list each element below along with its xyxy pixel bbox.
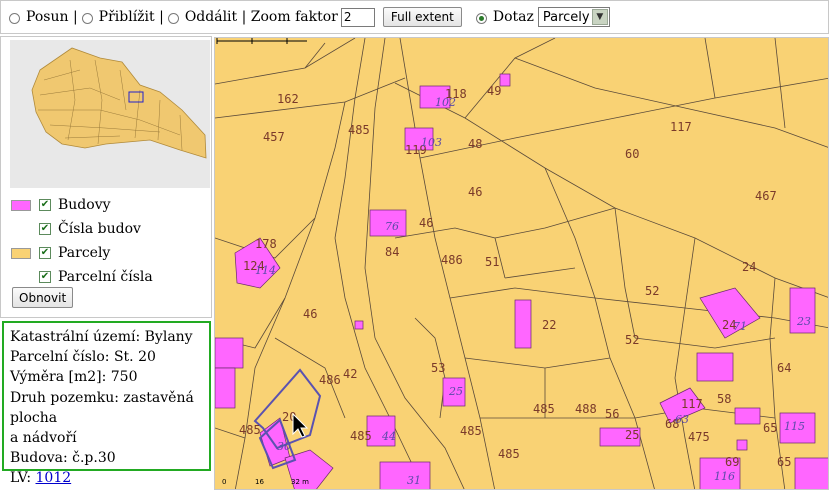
legend-item-building-numbers: ✔ Čísla budov bbox=[39, 217, 153, 241]
legend-item-parcel-numbers: ✔ Parcelní čísla bbox=[39, 265, 153, 289]
map-graphic: 162 457 485 118 49 48 119 117 60 46 467 … bbox=[215, 38, 828, 489]
svg-text:84: 84 bbox=[385, 245, 399, 259]
legend-label: Parcely bbox=[58, 245, 111, 261]
svg-text:60: 60 bbox=[625, 147, 639, 161]
svg-text:485: 485 bbox=[350, 429, 372, 443]
svg-text:115: 115 bbox=[784, 420, 805, 433]
refresh-button[interactable]: Obnovit bbox=[12, 287, 74, 308]
query-label: Dotaz bbox=[492, 9, 534, 25]
parcels-checkbox[interactable]: ✔ bbox=[39, 247, 51, 259]
pan-label: Posun | bbox=[26, 9, 78, 25]
svg-text:65: 65 bbox=[777, 455, 791, 469]
zoom-out-radio[interactable] bbox=[167, 12, 179, 24]
svg-text:102: 102 bbox=[435, 96, 456, 109]
parcel-area: Výměra [m2]: 750 bbox=[10, 369, 138, 386]
svg-text:486: 486 bbox=[441, 253, 463, 267]
svg-text:63: 63 bbox=[675, 413, 689, 426]
zoom-out-label: Oddálit | Zoom faktor bbox=[184, 9, 338, 25]
svg-text:56: 56 bbox=[605, 407, 619, 421]
svg-text:58: 58 bbox=[717, 392, 731, 406]
svg-text:485: 485 bbox=[498, 447, 520, 461]
parcel-info-panel: Katastrální území: Bylany Parcelní číslo… bbox=[2, 321, 211, 486]
svg-text:485: 485 bbox=[460, 424, 482, 438]
svg-text:114: 114 bbox=[255, 264, 276, 277]
land-type: Druh pozemku: zastavěná plocha bbox=[10, 389, 194, 426]
svg-text:76: 76 bbox=[385, 220, 399, 233]
svg-text:485: 485 bbox=[239, 423, 261, 437]
full-extent-button[interactable]: Full extent bbox=[382, 7, 462, 27]
svg-text:48: 48 bbox=[468, 137, 482, 151]
svg-text:178: 178 bbox=[255, 237, 277, 251]
parcels-swatch bbox=[11, 247, 31, 259]
building-numbers-checkbox[interactable]: ✔ bbox=[39, 223, 51, 235]
query-layer-select[interactable]: Parcely ▼ bbox=[537, 7, 610, 27]
overview-map-graphic bbox=[10, 40, 210, 188]
svg-text:65: 65 bbox=[763, 421, 777, 435]
svg-text:116: 116 bbox=[714, 470, 735, 483]
lv-row: LV: 1012 bbox=[10, 468, 203, 488]
svg-text:25: 25 bbox=[625, 428, 639, 442]
svg-text:475: 475 bbox=[688, 430, 710, 444]
legend-item-parcels: ✔ Parcely bbox=[11, 241, 153, 265]
zoom-factor-input[interactable] bbox=[340, 7, 375, 27]
svg-text:485: 485 bbox=[533, 402, 555, 416]
query-layer-value: Parcely bbox=[542, 9, 590, 25]
svg-text:486: 486 bbox=[319, 373, 341, 387]
buildings-swatch bbox=[11, 199, 31, 211]
zoom-in-radio[interactable] bbox=[81, 12, 93, 24]
svg-text:31: 31 bbox=[407, 474, 421, 487]
legend-label: Parcelní čísla bbox=[58, 269, 153, 285]
lv-link[interactable]: 1012 bbox=[36, 470, 72, 486]
buildings-checkbox[interactable]: ✔ bbox=[39, 199, 51, 211]
svg-text:46: 46 bbox=[303, 307, 317, 321]
land-type-cont: a nádvoří bbox=[10, 430, 77, 447]
svg-text:53: 53 bbox=[431, 361, 445, 375]
svg-text:52: 52 bbox=[625, 333, 639, 347]
scale-label-0: 0 bbox=[222, 478, 227, 486]
building-info: Budova: č.p.30 bbox=[10, 450, 116, 467]
query-radio[interactable] bbox=[475, 12, 487, 24]
scale-bar bbox=[216, 38, 307, 44]
legend-item-buildings: ✔ Budovy bbox=[11, 193, 153, 217]
pan-radio[interactable] bbox=[9, 12, 20, 24]
svg-text:51: 51 bbox=[485, 255, 499, 269]
svg-text:69: 69 bbox=[725, 455, 739, 469]
svg-text:25: 25 bbox=[448, 385, 463, 398]
svg-text:457: 457 bbox=[263, 130, 285, 144]
svg-text:52: 52 bbox=[645, 284, 659, 298]
svg-text:24: 24 bbox=[742, 260, 756, 274]
svg-text:44: 44 bbox=[381, 430, 396, 443]
svg-text:485: 485 bbox=[348, 123, 370, 137]
svg-text:23: 23 bbox=[796, 315, 811, 328]
chevron-down-icon[interactable]: ▼ bbox=[591, 9, 608, 25]
map-canvas[interactable]: 162 457 485 118 49 48 119 117 60 46 467 … bbox=[214, 37, 829, 490]
svg-text:162: 162 bbox=[277, 92, 299, 106]
svg-text:49: 49 bbox=[487, 84, 501, 98]
svg-text:46: 46 bbox=[419, 216, 433, 230]
cadastral-area: Katastrální území: Bylany bbox=[10, 329, 193, 345]
legend-label: Čísla budov bbox=[58, 221, 141, 237]
svg-text:488: 488 bbox=[575, 402, 597, 416]
scale-label-16: 16 bbox=[255, 478, 264, 486]
scale-label-32: 32 m bbox=[291, 478, 309, 486]
svg-text:30: 30 bbox=[277, 440, 291, 453]
legend: ✔ Budovy ✔ Čísla budov ✔ Parcely ✔ Parce… bbox=[11, 193, 153, 289]
layer-panel: ✔ Budovy ✔ Čísla budov ✔ Parcely ✔ Parce… bbox=[0, 36, 212, 318]
svg-text:42: 42 bbox=[343, 367, 357, 381]
parcel-numbers-checkbox[interactable]: ✔ bbox=[39, 271, 51, 283]
legend-label: Budovy bbox=[58, 197, 111, 213]
svg-text:46: 46 bbox=[468, 185, 482, 199]
parcel-number: Parcelní číslo: St. 20 bbox=[10, 349, 156, 366]
svg-text:64: 64 bbox=[777, 361, 791, 375]
svg-text:467: 467 bbox=[755, 189, 777, 203]
svg-text:103: 103 bbox=[421, 136, 442, 149]
overview-map[interactable] bbox=[10, 40, 210, 188]
svg-text:117: 117 bbox=[670, 120, 692, 134]
svg-text:71: 71 bbox=[733, 320, 747, 333]
zoom-in-label: Přiblížit | bbox=[98, 9, 164, 25]
svg-text:22: 22 bbox=[542, 318, 556, 332]
svg-text:117: 117 bbox=[681, 397, 703, 411]
map-toolbar: Posun | Přiblížit | Oddálit | Zoom fakto… bbox=[0, 0, 829, 34]
lv-prefix: LV: bbox=[10, 470, 36, 487]
